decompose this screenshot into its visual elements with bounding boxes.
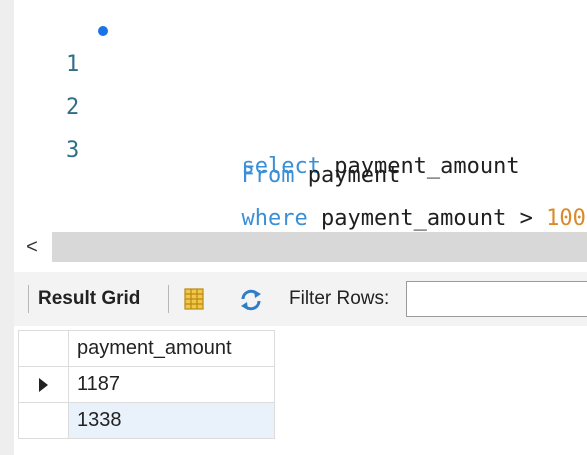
toolbar-divider [168, 285, 169, 313]
column-header[interactable]: payment_amount [68, 330, 275, 367]
code-line-2[interactable]: 2 From payment [14, 57, 587, 188]
grid-layout-icon[interactable] [182, 287, 206, 311]
filter-rows-input[interactable] [406, 281, 587, 317]
toolbar-divider [28, 285, 29, 313]
horizontal-scrollbar[interactable]: < [14, 232, 587, 262]
result-grid: payment_amount 1187 1338 [14, 326, 587, 455]
row-indicator[interactable] [18, 366, 69, 403]
row-indicator[interactable] [18, 402, 69, 439]
line-number: 3 [66, 138, 80, 163]
table-cell[interactable]: 1338 [68, 402, 275, 439]
result-toolbar: Result Grid Filter Rows: [14, 272, 587, 327]
scroll-track[interactable] [52, 232, 587, 262]
sql-editor[interactable]: 1 select payment_amount 2 From payment 3… [14, 0, 587, 232]
result-table: payment_amount 1187 1338 [18, 330, 275, 439]
code-line-1[interactable]: 1 select payment_amount [14, 14, 587, 179]
breakpoint-dot-icon[interactable] [98, 26, 108, 36]
left-gutter-strip [0, 0, 14, 455]
number-token: 1000 [546, 206, 587, 231]
table-row[interactable]: 1338 [18, 402, 275, 439]
current-row-arrow-icon [39, 377, 48, 392]
refresh-icon[interactable] [238, 287, 264, 313]
filter-rows-label: Filter Rows: [289, 288, 390, 309]
table-row[interactable]: 1187 [18, 366, 275, 403]
row-indicator-header [18, 330, 69, 367]
table-header-row: payment_amount [18, 330, 275, 367]
result-grid-tab[interactable]: Result Grid [38, 288, 140, 310]
code-line-3[interactable]: 3 where payment_amount > 1000 [14, 100, 587, 231]
table-cell[interactable]: 1187 [68, 366, 275, 403]
scroll-left-arrow-icon[interactable]: < [22, 236, 42, 258]
keyword-token: where [241, 206, 308, 231]
identifier-token: payment_amount > [307, 206, 547, 231]
